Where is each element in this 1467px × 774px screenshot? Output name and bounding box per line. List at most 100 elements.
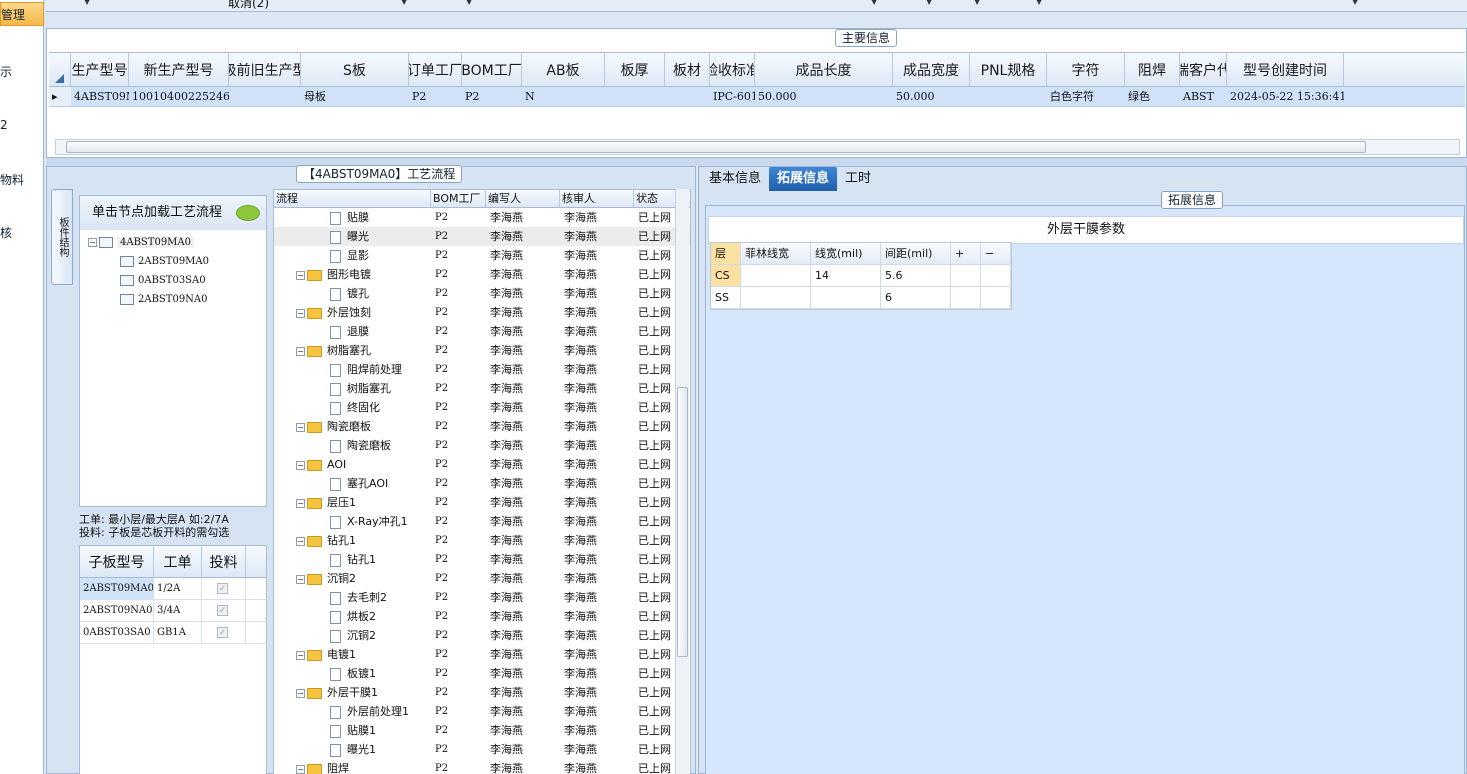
table-row[interactable]: − 外层蚀刻 P2 李海燕 李海燕 已上网 [274,303,690,322]
table-row[interactable]: − 图形电镀 P2 李海燕 李海燕 已上网 [274,265,690,284]
column-header[interactable]: 线宽(mil) [811,243,881,264]
feed-checkbox-cell[interactable]: ✓ [202,600,246,621]
table-cell[interactable]: SS [711,287,741,308]
table-row[interactable]: − 钻孔1 P2 李海燕 李海燕 已上网 [274,531,690,550]
table-row[interactable]: 沉铜2 P2 李海燕 李海燕 已上网 [274,626,690,645]
column-header[interactable]: 订单工厂 [409,53,462,86]
table-row[interactable]: − 电镀1 P2 李海燕 李海燕 已上网 [274,645,690,664]
left-nav-item[interactable]: 核 [0,221,44,245]
column-header[interactable]: 生产型号 [71,53,129,86]
table-row[interactable]: 曝光1 P2 李海燕 李海燕 已上网 [274,740,690,759]
table-row[interactable]: − 阻焊 P2 李海燕 李海燕 已上网 [274,759,690,774]
dropdown-arrow-icon[interactable]: ▼ [974,0,980,6]
collapse-icon[interactable]: − [296,764,305,774]
board-structure-tab[interactable]: 板件结构 [51,189,73,285]
tab-item[interactable]: 工时 [837,167,879,191]
column-header[interactable]: BOM工厂 [462,53,522,86]
table-row[interactable]: 2ABST09NA0 3/4A ✓ [80,600,266,622]
collapse-icon[interactable]: − [296,574,305,584]
dropdown-arrow-icon[interactable]: ▼ [1352,0,1358,6]
table-row[interactable]: CS 14 5.6 [711,265,1011,287]
table-cell[interactable] [981,287,1011,308]
column-header[interactable]: 状态 [634,190,678,207]
dropdown-arrow-icon[interactable]: ▼ [401,0,407,6]
vertical-scrollbar[interactable] [675,189,689,774]
column-header[interactable]: − [981,243,1011,264]
column-header[interactable]: AB板 [522,53,605,86]
checkbox[interactable]: ✓ [217,583,228,594]
column-header[interactable]: 型号创建时间 [1227,53,1344,86]
table-row[interactable]: 0ABST03SA0 GB1A ✓ [80,622,266,644]
column-header[interactable]: 成品长度 [755,53,893,86]
horizontal-scrollbar[interactable] [55,139,1460,155]
table-cell[interactable]: 6 [881,287,951,308]
left-nav-item[interactable]: 示 [0,60,44,84]
table-row[interactable]: 板镀1 P2 李海燕 李海燕 已上网 [274,664,690,683]
table-row[interactable]: 阻焊前处理 P2 李海燕 李海燕 已上网 [274,360,690,379]
table-cell[interactable]: 5.6 [881,265,951,286]
collapse-icon[interactable]: − [296,688,305,698]
column-header[interactable]: 层 [711,243,741,264]
column-header[interactable]: 新生产型号 [129,53,229,86]
table-row[interactable]: − 层压1 P2 李海燕 李海燕 已上网 [274,493,690,512]
checkbox[interactable]: ✓ [217,605,228,616]
table-row[interactable]: 镀孔 P2 李海燕 李海燕 已上网 [274,284,690,303]
table-row[interactable]: X-Ray冲孔1 P2 李海燕 李海燕 已上网 [274,512,690,531]
dropdown-arrow-icon[interactable]: ▼ [871,0,877,6]
tree-node-root[interactable]: − 4ABST09MA0 [88,234,195,252]
table-cell[interactable] [741,287,811,308]
column-header[interactable]: 投料 [202,546,246,577]
dropdown-arrow-icon[interactable]: ▼ [1036,0,1042,6]
table-row[interactable]: 去毛刺2 P2 李海燕 李海燕 已上网 [274,588,690,607]
table-row[interactable]: 显影 P2 李海燕 李海燕 已上网 [274,246,690,265]
table-row[interactable]: 树脂塞孔 P2 李海燕 李海燕 已上网 [274,379,690,398]
column-header[interactable]: 验收标准 [710,53,755,86]
table-row[interactable]: SS 6 [711,287,1011,309]
table-row[interactable]: 钻孔1 P2 李海燕 李海燕 已上网 [274,550,690,569]
table-cell[interactable] [951,287,981,308]
table-row[interactable]: − 陶瓷磨板 P2 李海燕 李海燕 已上网 [274,417,690,436]
column-header[interactable]: 板厚 [605,53,665,86]
table-row[interactable]: − 外层干膜1 P2 李海燕 李海燕 已上网 [274,683,690,702]
table-row[interactable]: 外层前处理1 P2 李海燕 李海燕 已上网 [274,702,690,721]
column-header[interactable]: 核审人 [560,190,634,207]
table-cell[interactable] [981,265,1011,286]
column-header[interactable]: 升级前旧生产型号 [229,53,301,86]
collapse-icon[interactable]: − [296,498,305,508]
cancel-filter-label[interactable]: 取消(2) [228,0,269,11]
table-cell[interactable] [811,287,881,308]
column-header[interactable]: 菲林线宽 [741,243,811,264]
collapse-icon[interactable]: − [296,346,305,356]
table-row[interactable]: 2ABST09MA0 1/2A ✓ [80,578,266,600]
scrollbar-thumb[interactable] [66,141,1366,153]
left-nav-item[interactable]: 管理 [0,2,44,26]
dropdown-arrow-icon[interactable]: ▼ [466,0,472,6]
table-cell[interactable]: 14 [811,265,881,286]
collapse-icon[interactable]: − [88,238,97,247]
column-header[interactable]: 板材 [665,53,710,86]
table-row[interactable]: ▸4ABST09MA010010400225246 母板 P2 P2 N IPC-6018… [49,87,1465,107]
collapse-icon[interactable]: − [296,422,305,432]
collapse-icon[interactable]: − [296,536,305,546]
table-row[interactable]: 终固化 P2 李海燕 李海燕 已上网 [274,398,690,417]
table-row[interactable]: − 沉铜2 P2 李海燕 李海燕 已上网 [274,569,690,588]
feed-checkbox-cell[interactable]: ✓ [202,578,246,599]
tree-node-child[interactable]: 2ABST09MA0 [120,253,209,271]
collapse-icon[interactable]: − [296,650,305,660]
column-header[interactable]: 流程 [274,190,431,207]
column-header[interactable]: + [951,243,981,264]
column-header[interactable]: 终端客户代码 [1180,53,1227,86]
collapse-icon[interactable]: − [296,270,305,280]
column-header[interactable]: BOM工厂 [431,190,486,207]
table-row[interactable]: 塞孔AOI P2 李海燕 李海燕 已上网 [274,474,690,493]
column-header[interactable]: PNL规格 [970,53,1047,86]
left-nav-item[interactable]: 物料 [0,168,44,192]
table-cell[interactable] [741,265,811,286]
collapse-icon[interactable]: − [296,308,305,318]
tab-item[interactable]: 拓展信息 [769,167,838,191]
table-row[interactable]: − 树脂塞孔 P2 李海燕 李海燕 已上网 [274,341,690,360]
column-header[interactable]: 间距(mil) [881,243,951,264]
tree-node-child[interactable]: 2ABST09NA0 [120,291,208,309]
column-header[interactable]: 阻焊 [1125,53,1180,86]
left-nav-item[interactable]: 2 [0,113,44,137]
